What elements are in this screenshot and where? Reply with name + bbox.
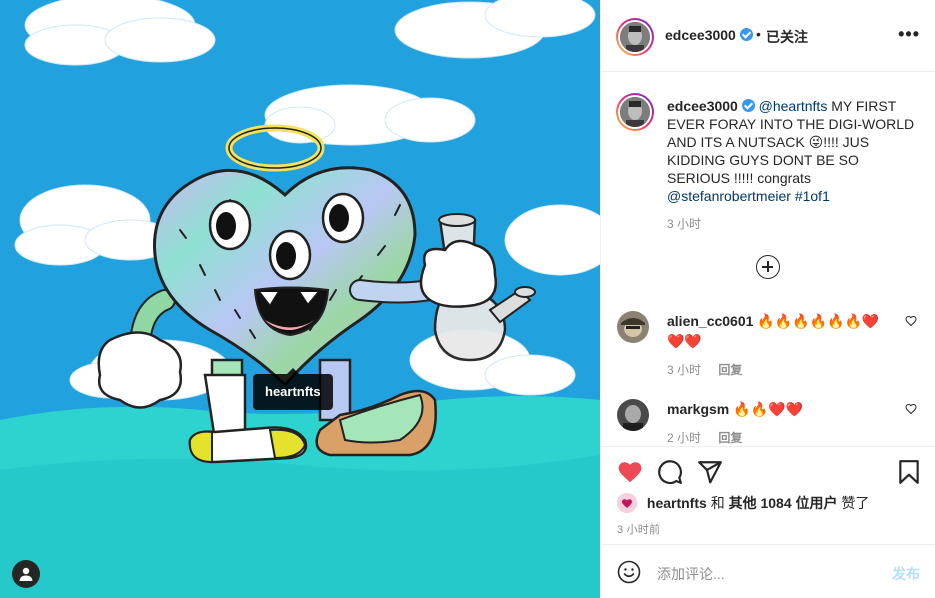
reply-button[interactable]: 回复 [718, 363, 742, 377]
story-ring[interactable] [616, 18, 654, 56]
avatar [620, 97, 650, 127]
commenter-avatar[interactable] [617, 311, 649, 343]
load-more-comments-icon[interactable] [756, 255, 780, 279]
caption-emoji: 😜 [808, 134, 824, 150]
post-image[interactable]: heartnfts [0, 0, 600, 598]
comment-item: alien_cc0601 🔥🔥🔥🔥🔥🔥❤️❤️❤️ 3 小时 回复 [617, 311, 917, 381]
post-actions: heartnfts 和 其他 1084 位用户 赞了 3 小时前 [601, 446, 935, 544]
likes-summary: heartnfts 和 其他 1084 位用户 赞了 [617, 493, 869, 513]
posted-time[interactable]: 3 小时前 [617, 521, 660, 537]
author-username[interactable]: edcee3000 [665, 27, 753, 43]
post-caption: edcee3000 @heartnfts MY FIRST EVER FORAY… [667, 97, 915, 233]
likes-others-link[interactable]: 其他 1084 位用户 [729, 495, 838, 511]
comment-username[interactable]: alien_cc0601 [667, 313, 753, 329]
comment-time[interactable]: 3 小时 [667, 363, 701, 377]
comment-text: 🔥🔥❤️❤️ [733, 401, 803, 417]
tagged-users-button[interactable] [12, 560, 40, 588]
likes-suffix: 赞了 [841, 495, 870, 511]
comment-meta: 3 小时 回复 [667, 361, 756, 378]
comment-item: markgsm 🔥🔥❤️❤️ 2 小时 回复 [617, 399, 917, 445]
commenter-avatar[interactable] [617, 399, 649, 431]
avatar [617, 311, 649, 343]
caption-username[interactable]: edcee3000 [667, 98, 738, 114]
comments-list[interactable]: edcee3000 @heartnfts MY FIRST EVER FORAY… [601, 73, 935, 445]
comment-bubble-icon[interactable] [657, 459, 683, 485]
comment-body: alien_cc0601 🔥🔥🔥🔥🔥🔥❤️❤️❤️ [667, 311, 892, 351]
author-avatar[interactable] [620, 22, 650, 52]
reply-button[interactable]: 回复 [718, 431, 742, 445]
user-tag-label[interactable]: heartnfts [253, 368, 333, 410]
caption-mention[interactable]: @heartnfts [759, 98, 828, 114]
emoji-smiley-icon[interactable] [617, 560, 641, 584]
following-button[interactable]: 已关注 [766, 27, 808, 47]
post-sidebar: edcee3000 • 已关注 ••• edcee3000 @heartnfts… [600, 0, 935, 598]
comment-like-icon[interactable] [905, 315, 917, 327]
comment-username[interactable]: markgsm [667, 401, 729, 417]
verified-badge-icon [741, 99, 755, 112]
heart-icon [617, 493, 637, 513]
author-username-text[interactable]: edcee3000 [665, 27, 736, 43]
comment-input[interactable]: 添加评论... [657, 564, 725, 584]
liker-avatar[interactable] [617, 493, 637, 513]
caption-avatar-ring[interactable] [616, 93, 654, 131]
liker-username[interactable]: heartnfts [647, 495, 707, 511]
separator-dot: • [756, 26, 761, 42]
caption-avatar[interactable] [620, 97, 650, 127]
share-send-icon[interactable] [697, 459, 723, 485]
more-options-icon[interactable]: ••• [898, 24, 920, 45]
save-bookmark-icon[interactable] [896, 459, 922, 485]
caption-hashtag[interactable]: #1of1 [795, 188, 830, 204]
add-comment-bar: 添加评论... 发布 [601, 544, 935, 598]
verified-badge-icon [739, 28, 753, 41]
caption-time[interactable]: 3 小时 [667, 215, 915, 233]
comment-like-icon[interactable] [905, 403, 917, 415]
likes-connector: 和 [710, 495, 725, 511]
post-header: edcee3000 • 已关注 ••• [601, 0, 935, 72]
user-icon [19, 567, 33, 581]
comment-meta: 2 小时 回复 [667, 429, 756, 445]
post-comment-button[interactable]: 发布 [892, 564, 920, 584]
avatar [617, 399, 649, 431]
comment-time[interactable]: 2 小时 [667, 431, 701, 445]
avatar [620, 22, 650, 52]
like-heart-icon[interactable] [617, 459, 643, 485]
heart-character-artwork [0, 0, 600, 598]
caption-mention-2[interactable]: @stefanrobertmeier [667, 188, 791, 204]
comment-body: markgsm 🔥🔥❤️❤️ [667, 399, 892, 419]
